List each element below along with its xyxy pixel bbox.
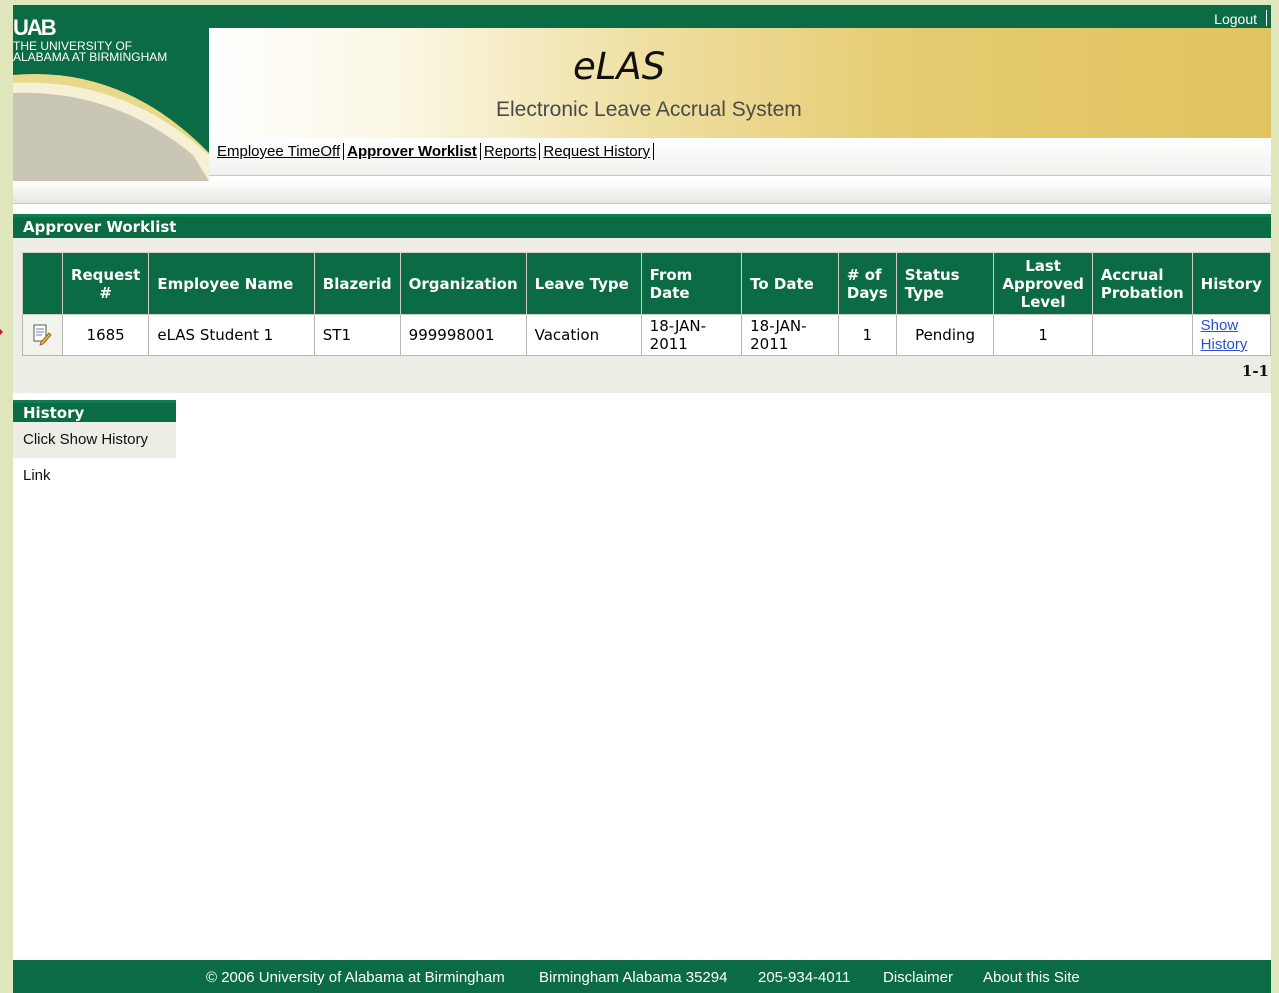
logout-separator bbox=[1266, 10, 1267, 26]
table-row: 1685 eLAS Student 1 ST1 999998001 Vacati… bbox=[22, 314, 1271, 356]
sub-toolbar bbox=[13, 181, 1271, 204]
worklist-table: Request # Employee Name Blazerid Organiz… bbox=[22, 252, 1271, 356]
cell-to-date: 18-JAN-2011 bbox=[741, 314, 839, 356]
footer: © 2006 University of Alabama at Birmingh… bbox=[13, 960, 1271, 993]
nav-employee-timeoff[interactable]: Employee TimeOff bbox=[214, 143, 345, 160]
uab-logo-area: UAB THE UNIVERSITY OF ALABAMA AT BIRMING… bbox=[13, 5, 209, 181]
header-days: # of Days bbox=[837, 252, 897, 315]
footer-disclaimer-link[interactable]: Disclaimer bbox=[883, 969, 953, 986]
footer-copyright: © 2006 University of Alabama at Birmingh… bbox=[206, 969, 505, 986]
app-title: eLAS bbox=[573, 45, 666, 88]
cell-organization: 999998001 bbox=[399, 314, 527, 356]
table-header-row: Request # Employee Name Blazerid Organiz… bbox=[22, 252, 1271, 315]
cell-accrual-probation bbox=[1091, 314, 1193, 356]
show-history-link[interactable]: Show History bbox=[1201, 317, 1248, 353]
header-leave-type: Leave Type bbox=[525, 252, 642, 315]
header-last-approved-level: Last Approved Level bbox=[993, 252, 1093, 315]
edit-cell[interactable] bbox=[22, 314, 63, 356]
cell-employee-name: eLAS Student 1 bbox=[148, 314, 315, 356]
footer-about-link[interactable]: About this Site bbox=[983, 969, 1080, 986]
header-to-date: To Date bbox=[741, 252, 839, 315]
header-blazerid: Blazerid bbox=[313, 252, 401, 315]
cell-blazerid: ST1 bbox=[313, 314, 401, 356]
row-pointer-arrow-icon bbox=[0, 316, 3, 348]
nav-request-history[interactable]: Request History bbox=[540, 143, 655, 160]
cell-days: 1 bbox=[837, 314, 897, 356]
cell-history: Show History bbox=[1191, 314, 1271, 356]
nav-reports[interactable]: Reports bbox=[480, 143, 541, 160]
header-edit-column bbox=[22, 252, 63, 315]
header-accrual-probation: Accrual Probation bbox=[1091, 252, 1193, 315]
header-employee-name: Employee Name bbox=[148, 252, 315, 315]
header-request: Request # bbox=[61, 252, 150, 315]
history-panel-text: Click Show History Link bbox=[13, 422, 176, 484]
history-header: History bbox=[13, 400, 176, 422]
header-history: History bbox=[1191, 252, 1271, 315]
pagination-range: 1-1 bbox=[1241, 362, 1269, 380]
footer-address: Birmingham Alabama 35294 bbox=[539, 969, 728, 986]
uab-logo-mark: UAB bbox=[13, 15, 57, 40]
show-history-link-line1[interactable]: Show bbox=[1201, 317, 1239, 334]
cell-status-type: Pending bbox=[895, 314, 995, 356]
nav-approver-worklist[interactable]: Approver Worklist bbox=[344, 143, 481, 160]
cell-leave-type: Vacation bbox=[525, 314, 642, 356]
page: Logout UAB THE UNIVERSITY OF ALABAMA AT … bbox=[13, 5, 1271, 993]
header-status-type: Status Type bbox=[895, 252, 995, 315]
cell-request: 1685 bbox=[61, 314, 150, 356]
edit-request-icon[interactable] bbox=[32, 324, 53, 346]
cell-from-date: 18-JAN-2011 bbox=[640, 314, 743, 356]
cell-last-approved-level: 1 bbox=[993, 314, 1093, 356]
main-nav: Employee TimeOff Approver Worklist Reports… bbox=[209, 138, 1271, 176]
university-name: THE UNIVERSITY OF ALABAMA AT BIRMINGHAM bbox=[13, 39, 168, 64]
header-from-date: From Date bbox=[640, 252, 743, 315]
worklist-panel: Request # Employee Name Blazerid Organiz… bbox=[13, 238, 1271, 393]
app-subtitle: Electronic Leave Accrual System bbox=[496, 98, 802, 121]
worklist-header: Approver Worklist bbox=[13, 214, 1271, 238]
footer-phone: 205-934-4011 bbox=[758, 969, 851, 986]
header-organization: Organization bbox=[399, 252, 527, 315]
logout-link[interactable]: Logout bbox=[1214, 11, 1257, 27]
show-history-link-line2[interactable]: History bbox=[1201, 336, 1248, 353]
